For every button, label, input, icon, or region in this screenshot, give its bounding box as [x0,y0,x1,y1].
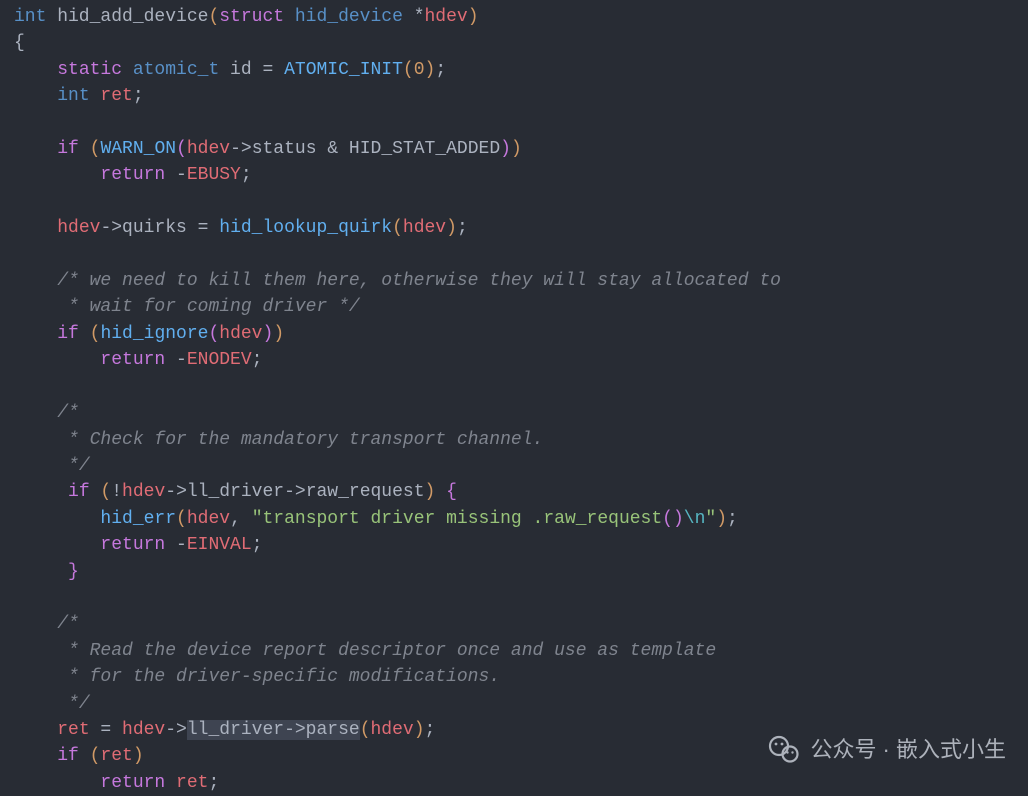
code-line: { [14,30,1014,56]
code-line: return -EINVAL; [14,532,1014,558]
comment-line: * Check for the mandatory transport chan… [14,427,1014,453]
highlighted-text: ll_driver->parse [187,720,360,740]
comment-line: */ [14,453,1014,479]
code-line: int ret; [14,83,1014,109]
code-line [14,242,1014,268]
comment-line: /* we need to kill them here, otherwise … [14,268,1014,294]
code-line [14,585,1014,611]
comment-line: * for the driver-specific modifications. [14,664,1014,690]
code-line: int hid_add_device(struct hid_device *hd… [14,4,1014,30]
code-line: hdev->quirks = hid_lookup_quirk(hdev); [14,215,1014,241]
code-line [14,374,1014,400]
comment-line: * Read the device report descriptor once… [14,638,1014,664]
code-line [14,189,1014,215]
code-line: hid_err(hdev, "transport driver missing … [14,506,1014,532]
code-line: if (WARN_ON(hdev->status & HID_STAT_ADDE… [14,136,1014,162]
code-block: int hid_add_device(struct hid_device *hd… [14,4,1014,796]
code-line: static atomic_t id = ATOMIC_INIT(0); [14,57,1014,83]
code-line: return ret; [14,770,1014,796]
wechat-icon [766,732,802,768]
watermark: 公众号 · 嵌入式小生 [766,732,1006,768]
code-line: } [14,559,1014,585]
watermark-text: 公众号 · 嵌入式小生 [810,737,1006,763]
comment-line: /* [14,400,1014,426]
code-line: return -ENODEV; [14,347,1014,373]
comment-line: /* [14,611,1014,637]
comment-line: * wait for coming driver */ [14,294,1014,320]
ident-hdev: hdev [57,218,100,238]
code-line [14,110,1014,136]
code-line: if (!hdev->ll_driver->raw_request) { [14,479,1014,505]
code-line: return -EBUSY; [14,162,1014,188]
comment-line: */ [14,691,1014,717]
code-line: if (hid_ignore(hdev)) [14,321,1014,347]
